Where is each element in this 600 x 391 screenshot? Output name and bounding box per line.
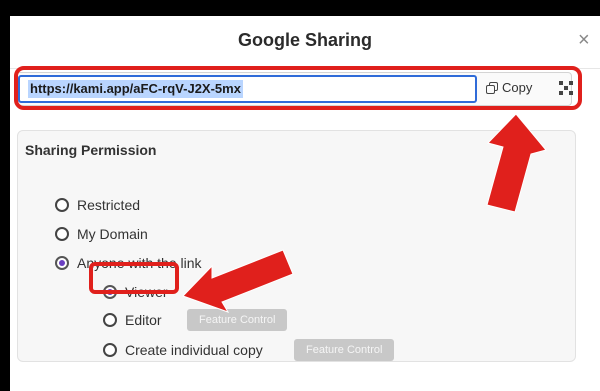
annotation-arrow-viewer — [182, 249, 294, 313]
annotation-arrows — [182, 113, 547, 313]
annotation-arrow-copy — [486, 113, 547, 213]
